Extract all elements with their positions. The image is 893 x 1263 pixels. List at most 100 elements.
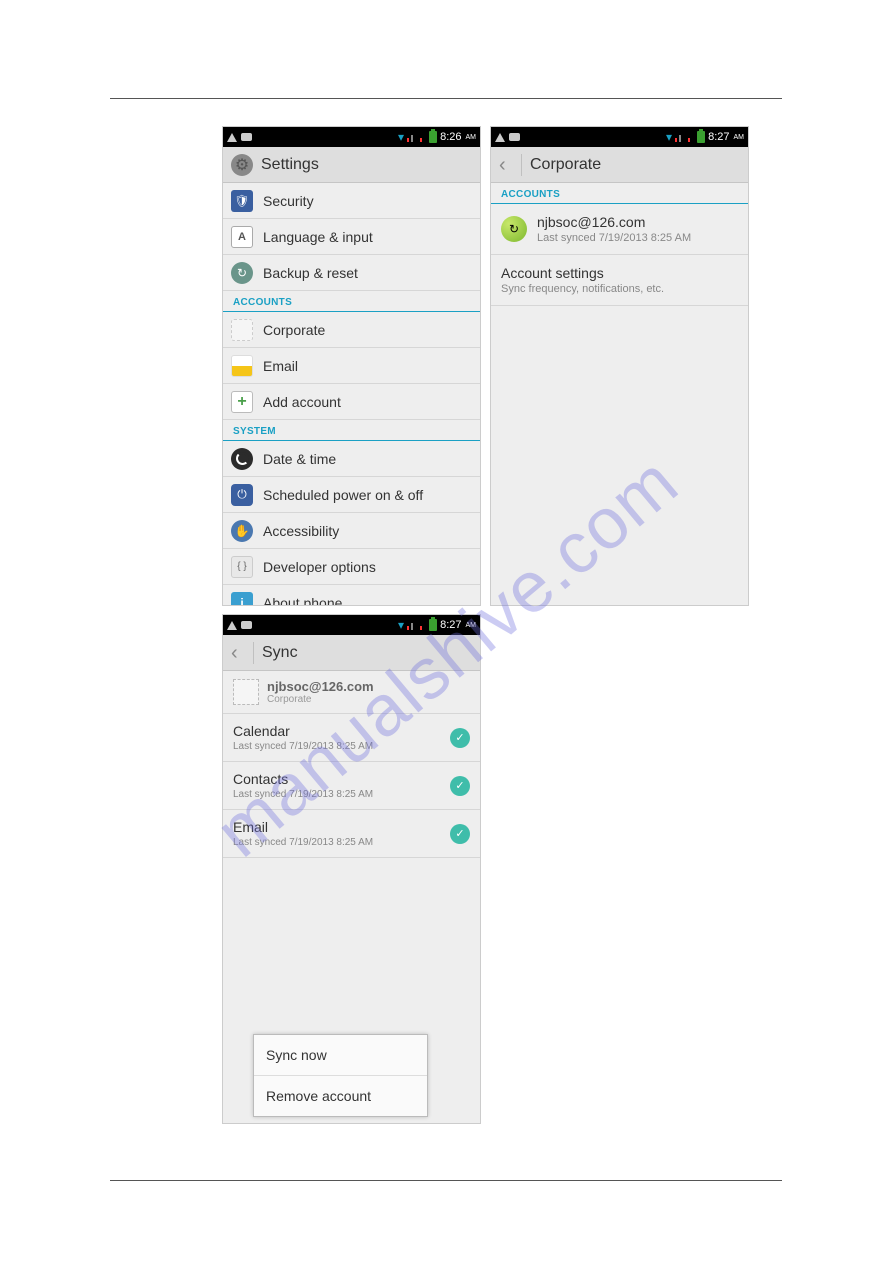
item-label: Corporate (263, 322, 325, 338)
title-bar: ‹ Corporate (491, 147, 748, 183)
power-icon: ⏻ (231, 484, 253, 506)
clock-time: 8:27 (708, 131, 729, 143)
horizontal-rule-top (110, 98, 782, 99)
settings-item-developer[interactable]: { } Developer options (223, 549, 480, 585)
settings-item-accessibility[interactable]: ✋ Accessibility (223, 513, 480, 549)
clock-icon (231, 448, 253, 470)
sync-item-calendar[interactable]: Calendar Last synced 7/19/2013 8:25 AM ✓ (223, 714, 480, 762)
separator (521, 154, 522, 176)
back-button[interactable]: ‹ (499, 158, 513, 172)
corporate-icon (231, 319, 253, 341)
sync-sub: Last synced 7/19/2013 8:25 AM (233, 837, 450, 848)
screen-title: Settings (261, 156, 319, 174)
clock-time: 8:27 (440, 619, 461, 631)
sync-account-header: njbsoc@126.com Corporate (223, 671, 480, 714)
settings-item-about[interactable]: i About phone (223, 585, 480, 606)
sync-item-contacts[interactable]: Contacts Last synced 7/19/2013 8:25 AM ✓ (223, 762, 480, 810)
menu-remove-account[interactable]: Remove account (254, 1076, 427, 1116)
status-bar: ▾ 8:27 AM (223, 615, 480, 635)
screenshot-sync: ▾ 8:27 AM ‹ Sync njbsoc@126.com Corporat… (222, 614, 481, 1124)
shield-icon: 🛡 (231, 190, 253, 212)
settings-item-security[interactable]: 🛡 Security (223, 183, 480, 219)
item-label: Date & time (263, 451, 336, 467)
settings-item-add-account[interactable]: + Add account (223, 384, 480, 420)
clock-ampm: AM (466, 622, 477, 629)
account-settings-row[interactable]: Account settings Sync frequency, notific… (491, 255, 748, 306)
header-type: Corporate (267, 694, 374, 705)
item-label: Accessibility (263, 523, 339, 539)
document-page: ▾ 8:26 AM Settings 🛡 Security A Language… (0, 0, 893, 1263)
item-label: Email (263, 358, 298, 374)
screenshot-corporate: ▾ 8:27 AM ‹ Corporate ACCOUNTS ↻ njbsoc@… (490, 126, 749, 606)
sync-sub: Last synced 7/19/2013 8:25 AM (233, 789, 450, 800)
item-label: Backup & reset (263, 265, 358, 281)
section-header-accounts: ACCOUNTS (491, 183, 748, 204)
account-email: njbsoc@126.com (537, 214, 691, 230)
battery-icon (429, 131, 437, 143)
signal-icon (407, 620, 417, 630)
warning-icon (227, 133, 237, 142)
clock-time: 8:26 (440, 131, 461, 143)
item-label: Scheduled power on & off (263, 487, 423, 503)
status-bar: ▾ 8:27 AM (491, 127, 748, 147)
settings-item-backup[interactable]: ↻ Backup & reset (223, 255, 480, 291)
account-subtitle: Last synced 7/19/2013 8:25 AM (537, 232, 691, 244)
row-title: Account settings (501, 265, 738, 281)
developer-icon: { } (231, 556, 253, 578)
settings-item-scheduled-power[interactable]: ⏻ Scheduled power on & off (223, 477, 480, 513)
wifi-icon: ▾ (666, 130, 672, 144)
context-menu: Sync now Remove account (253, 1034, 428, 1117)
signal-icon-2 (420, 620, 426, 630)
settings-item-corporate[interactable]: Corporate (223, 312, 480, 348)
warning-icon (227, 621, 237, 630)
hand-icon: ✋ (231, 520, 253, 542)
title-bar: ‹ Sync (223, 635, 480, 671)
sync-label: Contacts (233, 771, 450, 787)
sync-label: Email (233, 819, 450, 835)
clock-ampm: AM (734, 134, 745, 141)
account-row[interactable]: ↻ njbsoc@126.com Last synced 7/19/2013 8… (491, 204, 748, 255)
plus-icon: + (231, 391, 253, 413)
sync-sub: Last synced 7/19/2013 8:25 AM (233, 741, 450, 752)
section-header-system: SYSTEM (223, 420, 480, 441)
warning-icon (495, 133, 505, 142)
back-button[interactable]: ‹ (231, 646, 245, 660)
screenshot-settings: ▾ 8:26 AM Settings 🛡 Security A Language… (222, 126, 481, 606)
chat-icon (241, 621, 252, 629)
info-icon: i (231, 592, 253, 607)
email-icon (231, 355, 253, 377)
wifi-icon: ▾ (398, 618, 404, 632)
settings-item-email[interactable]: Email (223, 348, 480, 384)
battery-icon (697, 131, 705, 143)
sync-avatar-icon: ↻ (501, 216, 527, 242)
language-icon: A (231, 226, 253, 248)
settings-item-language[interactable]: A Language & input (223, 219, 480, 255)
section-header-accounts: ACCOUNTS (223, 291, 480, 312)
item-label: Language & input (263, 229, 373, 245)
item-label: Security (263, 193, 314, 209)
screen-title: Sync (262, 644, 298, 662)
gear-icon (231, 154, 253, 176)
chat-icon (509, 133, 520, 141)
check-icon[interactable]: ✓ (450, 728, 470, 748)
backup-icon: ↻ (231, 262, 253, 284)
wifi-icon: ▾ (398, 130, 404, 144)
chat-icon (241, 133, 252, 141)
check-icon[interactable]: ✓ (450, 776, 470, 796)
title-bar: Settings (223, 147, 480, 183)
item-label: About phone (263, 595, 342, 607)
clock-ampm: AM (466, 134, 477, 141)
battery-icon (429, 619, 437, 631)
separator (253, 642, 254, 664)
signal-icon-2 (420, 132, 426, 142)
check-icon[interactable]: ✓ (450, 824, 470, 844)
settings-item-datetime[interactable]: Date & time (223, 441, 480, 477)
sync-item-email[interactable]: Email Last synced 7/19/2013 8:25 AM ✓ (223, 810, 480, 858)
status-bar: ▾ 8:26 AM (223, 127, 480, 147)
account-dashed-icon (233, 679, 259, 705)
header-email: njbsoc@126.com (267, 679, 374, 694)
signal-icon (407, 132, 417, 142)
item-label: Developer options (263, 559, 376, 575)
menu-sync-now[interactable]: Sync now (254, 1035, 427, 1076)
horizontal-rule-bottom (110, 1180, 782, 1181)
